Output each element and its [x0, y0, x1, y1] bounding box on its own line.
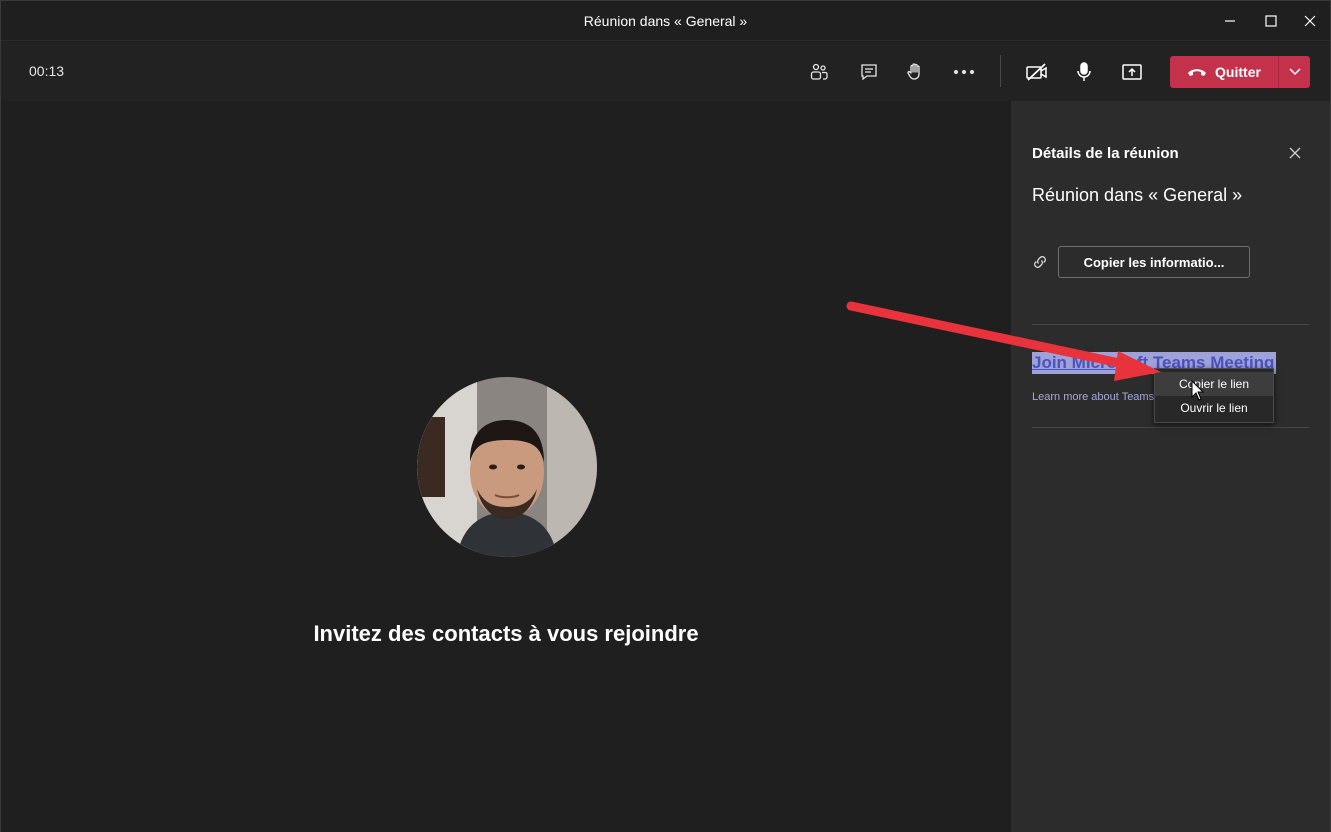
close-icon[interactable] [1296, 9, 1324, 33]
link-icon [1031, 253, 1049, 271]
meeting-stage: Invitez des contacts à vous rejoindre [1, 101, 1011, 832]
teams-meeting-window: Réunion dans « General » 00:13 Quitter I… [0, 0, 1331, 832]
title-bar: Réunion dans « General » [1, 1, 1330, 41]
divider-bottom [1032, 427, 1310, 428]
share-screen-icon[interactable] [1116, 56, 1148, 88]
invite-message: Invitez des contacts à vous rejoindre [313, 621, 699, 646]
maximize-icon[interactable] [1257, 9, 1285, 33]
leave-label: Quitter [1215, 64, 1261, 80]
copy-info-button[interactable]: Copier les informatio... [1058, 246, 1250, 278]
raise-hand-icon[interactable] [899, 56, 931, 88]
minimize-icon[interactable] [1216, 9, 1244, 33]
hang-up-icon [1187, 64, 1207, 80]
panel-title: Détails de la réunion [1032, 145, 1179, 162]
meeting-timer: 00:13 [29, 63, 65, 79]
more-options-icon[interactable] [948, 56, 980, 88]
camera-off-icon[interactable] [1021, 56, 1053, 88]
divider-top [1032, 324, 1310, 325]
menu-item-copy-link[interactable]: Copier le lien [1155, 372, 1273, 396]
panel-close-icon[interactable] [1285, 143, 1305, 163]
learn-more-link[interactable]: Learn more about Teams [1032, 391, 1154, 403]
window-title: Réunion dans « General » [583, 13, 748, 29]
leave-button[interactable]: Quitter [1170, 56, 1278, 88]
microphone-icon[interactable] [1068, 56, 1100, 88]
chevron-down-icon[interactable] [1279, 56, 1310, 88]
link-context-menu: Copier le lien Ouvrir le lien [1154, 368, 1274, 423]
meeting-name: Réunion dans « General » [1032, 185, 1243, 205]
leave-button-group: Quitter [1170, 56, 1310, 88]
meeting-details-panel: Détails de la réunion Réunion dans « Gen… [1011, 101, 1330, 832]
participants-icon[interactable] [803, 56, 835, 88]
toolbar-divider [1000, 55, 1001, 87]
chat-icon[interactable] [853, 56, 885, 88]
menu-item-open-link[interactable]: Ouvrir le lien [1155, 396, 1273, 420]
participant-avatar [417, 377, 597, 557]
meeting-control-bar: 00:13 Quitter [1, 42, 1330, 101]
